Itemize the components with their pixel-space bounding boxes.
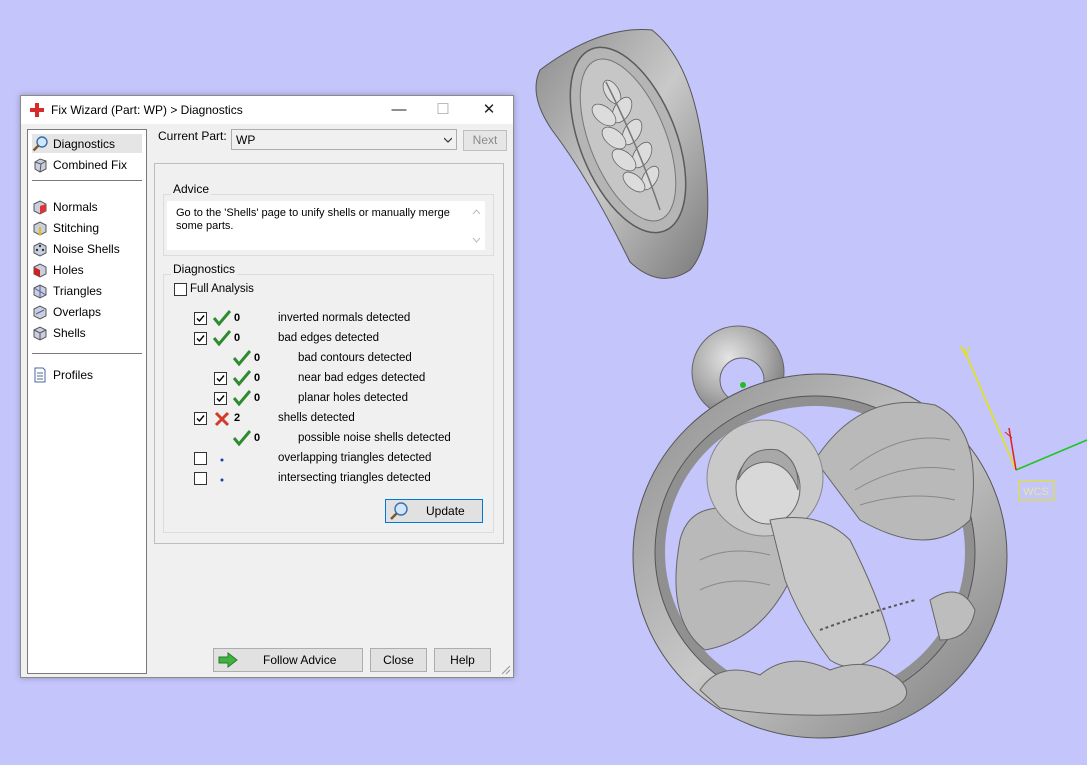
cube-yellow-edge-icon <box>33 220 47 236</box>
bad-contours-label: bad contours detected <box>298 352 412 364</box>
check-ok-icon <box>233 370 251 386</box>
window-title: Fix Wizard (Part: WP) > Diagnostics <box>51 103 243 117</box>
bad-edges-checkbox[interactable] <box>194 332 207 345</box>
inverted-normals-label: inverted normals detected <box>278 312 411 324</box>
bad-edges-count: 0 <box>234 332 241 344</box>
nav-item-holes[interactable]: Holes <box>32 260 142 279</box>
near-bad-edges-count: 0 <box>254 372 261 384</box>
nav-item-noise-shells[interactable]: Noise Shells <box>32 239 142 258</box>
nav-item-combined-fix[interactable]: Combined Fix <box>32 155 142 174</box>
not-run-dot-icon <box>220 458 224 462</box>
near-bad-edges-label: near bad edges detected <box>298 372 426 384</box>
nav-label: Combined Fix <box>53 157 128 172</box>
close-window-button[interactable]: ✕ <box>467 96 511 124</box>
follow-advice-label: Follow Advice <box>263 653 337 667</box>
cube-overlap-icon <box>33 304 47 320</box>
advice-group-title: Advice <box>171 182 212 196</box>
minimize-button[interactable]: — <box>377 96 421 124</box>
magnifier-icon <box>32 135 48 151</box>
cube-hole-icon <box>33 262 47 278</box>
nav-item-normals[interactable]: Normals <box>32 197 142 216</box>
overlapping-triangles-checkbox[interactable] <box>194 452 207 465</box>
diagnostics-group-title: Diagnostics <box>171 262 238 276</box>
nav-label: Triangles <box>53 283 102 298</box>
overlapping-triangles-label: overlapping triangles detected <box>278 452 432 464</box>
close-button[interactable]: Close <box>370 648 427 672</box>
intersecting-triangles-label: intersecting triangles detected <box>278 472 431 484</box>
current-part-select[interactable]: WP <box>231 129 457 150</box>
noise-shells-count: 0 <box>254 432 261 444</box>
triangle-cube-icon <box>33 283 47 299</box>
not-run-dot-icon <box>220 478 224 482</box>
chevron-down-icon <box>444 137 452 143</box>
full-analysis-checkbox[interactable] <box>174 283 187 296</box>
error-x-icon <box>214 411 230 427</box>
nav-label: Normals <box>53 199 98 214</box>
current-part-label: Current Part: <box>158 129 227 143</box>
nav-item-shells[interactable]: Shells <box>32 323 142 342</box>
advice-text: Go to the 'Shells' page to unify shells … <box>176 207 450 232</box>
next-button[interactable]: Next <box>463 130 507 151</box>
check-ok-icon <box>233 430 251 446</box>
red-cross-icon <box>30 103 44 117</box>
nav-item-stitching[interactable]: Stitching <box>32 218 142 237</box>
bad-contours-count: 0 <box>254 352 261 364</box>
nav-label: Holes <box>53 262 84 277</box>
document-icon <box>34 367 46 382</box>
nav-divider <box>32 180 142 181</box>
nav-item-triangles[interactable]: Triangles <box>32 281 142 300</box>
full-analysis-label: Full Analysis <box>190 283 254 295</box>
update-button[interactable]: Update <box>385 499 483 523</box>
resize-grip-icon[interactable] <box>501 665 511 675</box>
noise-shells-label: possible noise shells detected <box>298 432 451 444</box>
wizard-nav-list: Diagnostics Combined Fix Normals Stitchi… <box>27 129 147 674</box>
check-ok-icon <box>213 310 231 326</box>
nav-label: Diagnostics <box>53 136 116 151</box>
wcs-label: WCS <box>1023 486 1049 498</box>
maximize-button[interactable]: ☐ <box>421 96 465 124</box>
shells-label: shells detected <box>278 412 355 424</box>
planar-holes-label: planar holes detected <box>298 392 408 404</box>
nav-label: Overlaps <box>53 304 102 319</box>
cube-red-face-icon <box>33 199 47 215</box>
intersecting-triangles-checkbox[interactable] <box>194 472 207 485</box>
inverted-normals-count: 0 <box>234 312 241 324</box>
bad-edges-label: bad edges detected <box>278 332 380 344</box>
angel-pendant-model <box>632 325 1008 739</box>
nav-label: Stitching <box>53 220 100 235</box>
planar-holes-checkbox[interactable] <box>214 392 227 405</box>
check-ok-icon <box>213 330 231 346</box>
shells-checkbox[interactable] <box>194 412 207 425</box>
nav-item-profiles[interactable]: Profiles <box>32 365 142 384</box>
advice-textbox: Go to the 'Shells' page to unify shells … <box>167 201 485 250</box>
advice-scrollbar[interactable] <box>468 201 485 250</box>
nav-item-overlaps[interactable]: Overlaps <box>32 302 142 321</box>
dotted-cube-icon <box>33 241 47 257</box>
near-bad-edges-checkbox[interactable] <box>214 372 227 385</box>
title-bar[interactable]: Fix Wizard (Part: WP) > Diagnostics — ☐ … <box>21 96 513 124</box>
magnifier-icon <box>390 502 408 520</box>
nav-item-diagnostics[interactable]: Diagnostics <box>32 134 142 153</box>
check-ok-icon <box>233 350 251 366</box>
cube-icon <box>33 325 47 341</box>
planar-holes-count: 0 <box>254 392 261 404</box>
nav-label: Noise Shells <box>53 241 120 256</box>
current-part-value: WP <box>236 133 256 147</box>
signet-ring-model <box>535 29 709 279</box>
green-arrow-right-icon <box>218 652 238 668</box>
fix-wizard-dialog: Fix Wizard (Part: WP) > Diagnostics — ☐ … <box>20 95 514 678</box>
follow-advice-button[interactable]: Follow Advice <box>213 648 363 672</box>
inverted-normals-checkbox[interactable] <box>194 312 207 325</box>
shells-count: 2 <box>234 412 241 424</box>
update-button-label: Update <box>426 504 465 518</box>
nav-label: Profiles <box>53 367 94 382</box>
help-button[interactable]: Help <box>434 648 491 672</box>
cube-icon <box>34 157 47 173</box>
check-ok-icon <box>233 390 251 406</box>
nav-label: Shells <box>53 325 86 340</box>
nav-divider <box>32 353 142 354</box>
